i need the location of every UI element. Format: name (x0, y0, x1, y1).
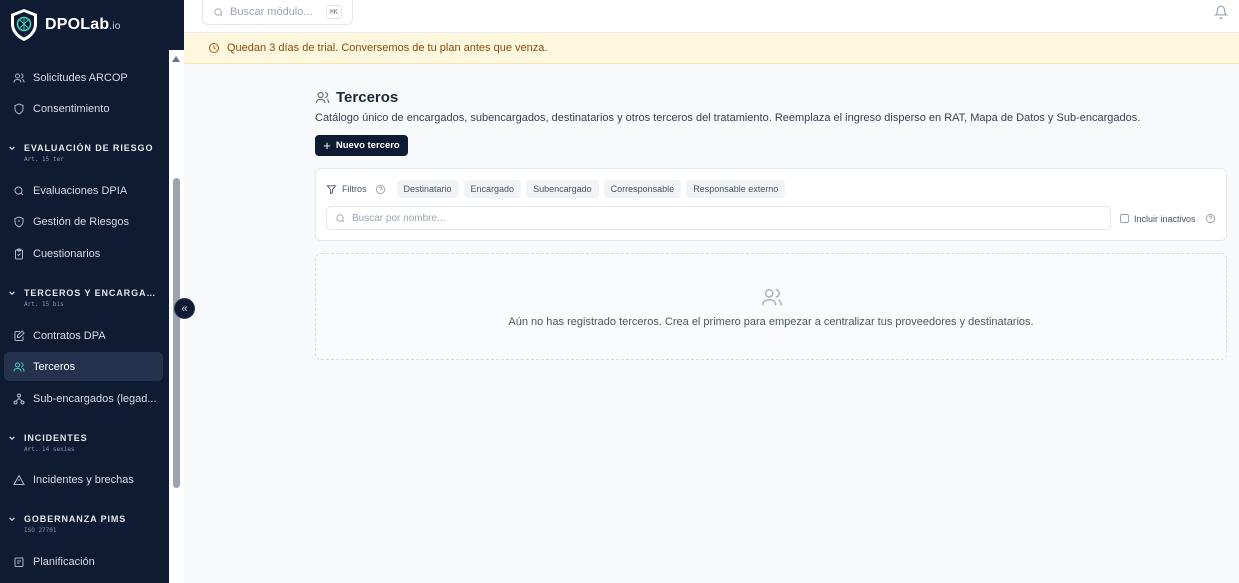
section-subtitle: Art. 15 ter (24, 156, 64, 163)
clock-icon (208, 42, 220, 54)
page-description: Catálogo único de encargados, subencarga… (315, 112, 1141, 124)
users-icon (12, 71, 25, 84)
sidebar-item-label: Sub-encargados (legad... (33, 392, 157, 405)
include-inactive-label: Incluir inactivos (1134, 213, 1196, 224)
chevron-down-icon (8, 144, 18, 152)
search-placeholder: Buscar módulo... (230, 6, 313, 18)
sidebar-section-terceros-encargados[interactable]: TERCEROS Y ENCARGADOS Art. 15 bis (0, 288, 165, 308)
sidebar-item-label: Cuestionarios (33, 247, 101, 260)
keyboard-shortcut-badge: ⌘K (325, 5, 342, 19)
trial-message: Quedan 3 días de trial. Conversemos de t… (227, 42, 548, 54)
search-icon (335, 213, 346, 224)
page-header: Terceros (315, 89, 398, 106)
sidebar-item-contratos-dpa[interactable]: Contratos DPA (4, 321, 163, 350)
filters-panel: Filtros Destinatario Encargado Subencarg… (315, 168, 1227, 241)
scroll-up-arrow-icon[interactable] (172, 56, 180, 62)
sidebar-item-label: Evaluaciones DPIA (33, 184, 128, 197)
filter-chip-subencargado[interactable]: Subencargado (526, 180, 599, 198)
brand-logo-link[interactable]: DPOLab.io (0, 0, 184, 50)
search-icon (213, 7, 224, 18)
empty-state: Aún no has registrado terceros. Crea el … (315, 253, 1227, 360)
calendar-icon (12, 555, 25, 568)
sidebar-item-solicitudes-arcop[interactable]: Solicitudes ARCOP (4, 63, 163, 92)
collapse-sidebar-button[interactable]: « (174, 298, 195, 319)
scrollbar-thumb[interactable] (173, 178, 180, 488)
section-title: INCIDENTES (24, 433, 88, 443)
new-third-party-button[interactable]: + Nuevo tercero (315, 135, 408, 156)
network-icon (12, 392, 25, 405)
sidebar-item-label: Incidentes y brechas (33, 473, 134, 486)
sidebar-item-label: Gestión de Riesgos (33, 215, 129, 228)
sidebar-item-cuestionarios[interactable]: Cuestionarios (4, 239, 163, 268)
trial-banner: Quedan 3 días de trial. Conversemos de t… (184, 33, 1239, 64)
bell-icon[interactable] (1213, 5, 1229, 19)
module-search-input[interactable]: Buscar módulo... ⌘K (202, 0, 353, 25)
search-icon (12, 184, 25, 197)
sidebar-item-consentimiento[interactable]: Consentimiento (4, 94, 163, 123)
help-icon[interactable] (1205, 213, 1216, 224)
filter-chip-responsable-externo[interactable]: Responsable externo (686, 180, 786, 198)
sidebar-section-incidentes[interactable]: INCIDENTES Art. 14 sexies (0, 433, 165, 453)
clipboard-icon (12, 247, 25, 260)
include-inactive-checkbox[interactable] (1120, 214, 1129, 223)
sidebar-item-evaluaciones-dpia[interactable]: Evaluaciones DPIA (4, 176, 163, 205)
name-search-field[interactable] (326, 206, 1111, 230)
sidebar-section-evaluacion-riesgo[interactable]: EVALUACIÓN DE RIESGO Art. 15 ter (0, 143, 165, 163)
chevron-down-icon (8, 515, 18, 523)
filter-icon (326, 184, 337, 195)
shield-alert-icon (12, 215, 25, 228)
sidebar-item-gestion-riesgos[interactable]: Gestión de Riesgos (4, 207, 163, 236)
sidebar-item-label: Planificación (33, 555, 95, 568)
help-icon[interactable] (375, 184, 386, 195)
alert-triangle-icon (12, 473, 25, 486)
file-edit-icon (12, 329, 25, 342)
users-icon (12, 360, 25, 373)
filter-chip-destinatario[interactable]: Destinatario (396, 180, 459, 198)
sidebar-item-terceros[interactable]: Terceros (4, 352, 163, 381)
shield-icon (12, 102, 25, 115)
sidebar-item-label: Contratos DPA (33, 329, 106, 342)
sidebar-item-planificacion[interactable]: Planificación (4, 547, 163, 576)
sidebar-section-gobernanza-pims[interactable]: GOBERNANZA PIMS ISO 27701 (0, 514, 165, 534)
name-search-input[interactable] (352, 212, 1052, 224)
chevron-down-icon (8, 289, 18, 297)
users-icon (761, 286, 783, 308)
sidebar-item-label: Consentimiento (33, 102, 110, 115)
button-label: Nuevo tercero (335, 140, 400, 151)
section-title: TERCEROS Y ENCARGADOS (24, 288, 159, 298)
sidebar-item-sub-encargados[interactable]: Sub-encargados (legad... (4, 384, 163, 413)
filter-chip-encargado[interactable]: Encargado (463, 180, 522, 198)
include-inactive-toggle[interactable]: Incluir inactivos (1120, 213, 1216, 224)
users-icon (315, 90, 330, 105)
plus-icon: + (323, 138, 331, 153)
brand-name: DPOLab.io (45, 16, 121, 33)
filters-label: Filtros (342, 184, 367, 194)
top-bar: Buscar módulo... ⌘K (184, 0, 1239, 33)
section-title: GOBERNANZA PIMS (24, 514, 127, 524)
shield-logo-icon (8, 7, 40, 43)
section-subtitle: Art. 15 bis (24, 301, 64, 308)
section-subtitle: Art. 14 sexies (24, 446, 75, 453)
empty-state-message: Aún no has registrado terceros. Crea el … (508, 316, 1034, 328)
page-title: Terceros (336, 89, 399, 106)
sidebar-item-incidentes-brechas[interactable]: Incidentes y brechas (4, 465, 163, 494)
sidebar-item-label: Terceros (33, 360, 76, 373)
sidebar-item-label: Solicitudes ARCOP (33, 71, 128, 84)
chevron-down-icon (8, 434, 18, 442)
filter-chip-corresponsable[interactable]: Corresponsable (603, 180, 682, 198)
sidebar: Solicitudes ARCOP Consentimiento EVALUAC… (0, 0, 169, 583)
section-subtitle: ISO 27701 (24, 527, 57, 534)
section-title: EVALUACIÓN DE RIESGO (24, 143, 154, 153)
